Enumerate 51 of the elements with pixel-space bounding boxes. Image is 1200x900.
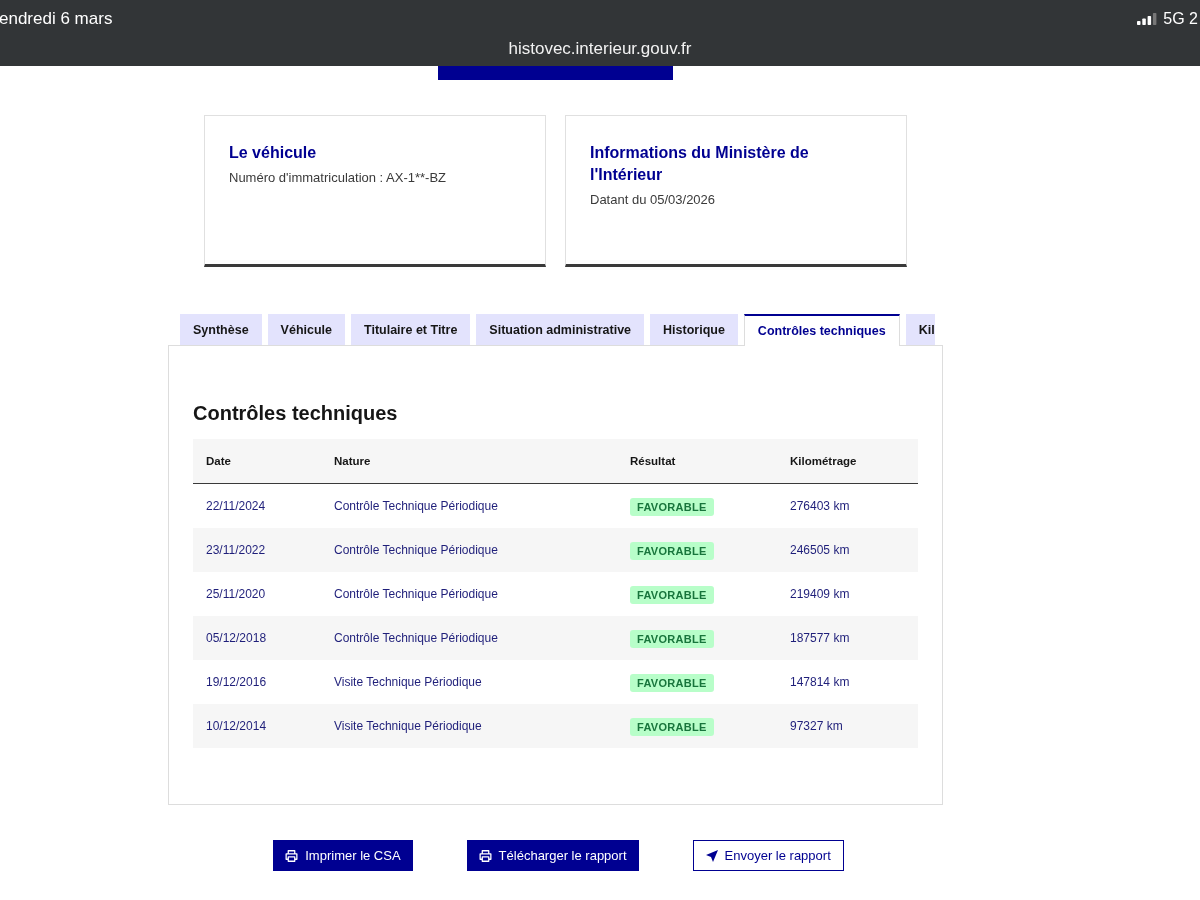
table-cell-text: 19/12/2016 (205, 675, 268, 689)
card-text: Numéro d'immatriculation : AX-1**-BZ (229, 170, 448, 185)
result-badge: FAVORABLE (630, 673, 714, 692)
table-cell-text: Visite Technique Périodique (333, 719, 483, 733)
table-cell-text: Contrôle Technique Périodique (333, 587, 499, 601)
table-cell-text: Contrôle Technique Périodique (333, 631, 499, 645)
column-header: Résultat (629, 455, 677, 467)
table-cell-text: 276403 km (789, 499, 851, 513)
send-button[interactable]: Envoyer le rapport (692, 840, 844, 871)
card-text: Datant du 05/03/2026 (590, 192, 717, 207)
column-header: Nature (333, 455, 372, 467)
table-cell-text: Contrôle Technique Périodique (333, 499, 499, 513)
section-heading: Contrôles techniques (193, 401, 399, 425)
printer-icon (478, 849, 492, 862)
tab[interactable]: Synthèse (180, 314, 262, 345)
partial-button[interactable] (438, 66, 673, 80)
result-badge: FAVORABLE (630, 585, 714, 604)
column-header: Kilométrage (789, 455, 858, 467)
tab[interactable]: Historique (650, 314, 738, 345)
status-date: endredi 6 mars (0, 9, 113, 29)
network-status: 5G 2 (1163, 10, 1198, 28)
table-cell-text: 10/12/2014 (205, 719, 268, 733)
printer-icon (285, 849, 299, 862)
table-cell-text: Visite Technique Périodique (333, 675, 483, 689)
send-arrow-icon (705, 849, 718, 862)
tab[interactable]: Situation administrative (476, 314, 645, 345)
result-badge: FAVORABLE (630, 717, 714, 736)
table-cell-text: 187577 km (789, 631, 851, 645)
column-header: Date (205, 455, 232, 467)
tab[interactable]: Kil (905, 314, 935, 345)
table-cell-text: Contrôle Technique Périodique (333, 543, 499, 557)
table-cell-text: 219409 km (789, 587, 851, 601)
url-text[interactable]: histovec.interieur.gouv.fr (508, 39, 692, 59)
result-badge: FAVORABLE (630, 497, 714, 516)
result-badge: FAVORABLE (630, 629, 714, 648)
tab[interactable]: Véhicule (267, 314, 345, 345)
table-cell-text: 05/12/2018 (205, 631, 268, 645)
table-cell-text: 25/11/2020 (205, 587, 267, 601)
print-button[interactable]: Télécharger le rapport (466, 840, 639, 871)
tab[interactable]: Contrôles techniques (743, 314, 900, 346)
result-badge: FAVORABLE (630, 541, 714, 560)
table-cell-text: 97327 km (789, 719, 844, 733)
card-title: Informations du Ministère de l'Intérieur (590, 143, 810, 185)
table-cell-text: 23/11/2022 (205, 543, 267, 557)
signal-icon (1137, 13, 1158, 25)
table-cell-text: 22/11/2024 (205, 499, 267, 513)
table-cell-text: 246505 km (789, 543, 851, 557)
table-cell-text: 147814 km (789, 675, 851, 689)
tab[interactable]: Titulaire et Titre (351, 314, 471, 345)
print-button[interactable]: Imprimer le CSA (273, 840, 413, 871)
card-title: Le véhicule (229, 143, 318, 163)
